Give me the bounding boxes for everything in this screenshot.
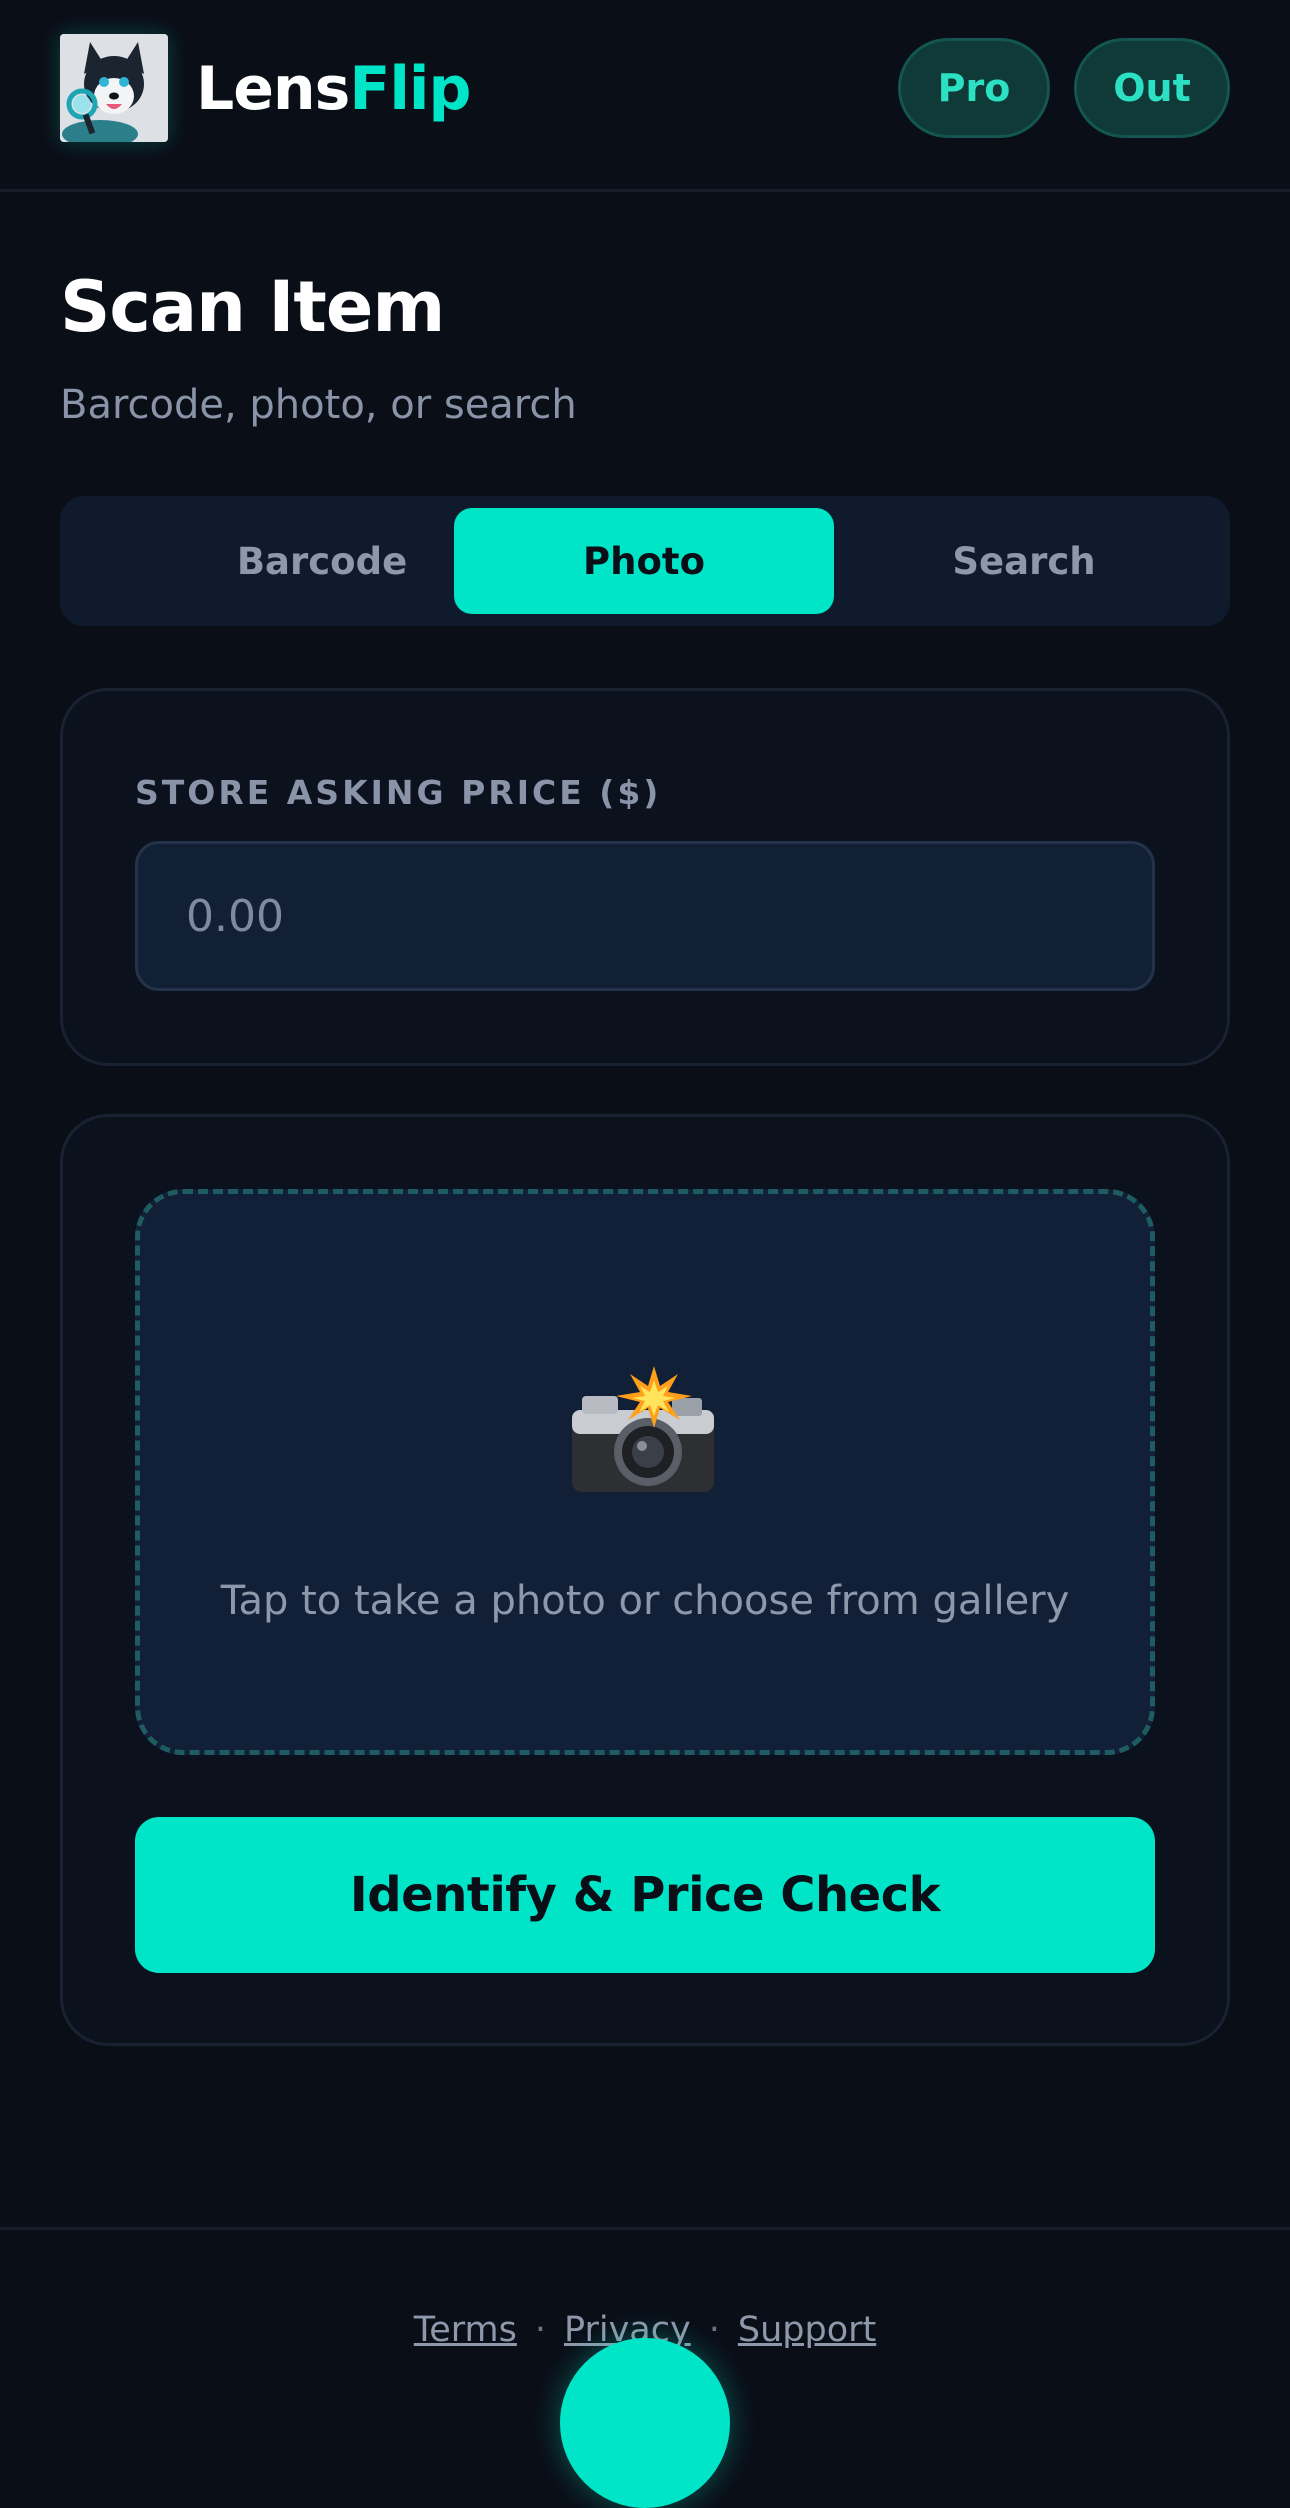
price-input[interactable] (135, 841, 1155, 991)
sign-out-button[interactable]: Out (1074, 38, 1230, 138)
identify-price-check-button[interactable]: Identify & Price Check (135, 1817, 1155, 1973)
husky-mascot-logo (60, 34, 168, 142)
pro-button[interactable]: Pro (898, 38, 1050, 138)
footer-divider (0, 2227, 1290, 2230)
husky-mascot-icon (60, 34, 168, 142)
page-subtitle: Barcode, photo, or search (60, 382, 577, 428)
brand-name-part-flip: Flip (349, 54, 471, 124)
footer-link-support[interactable]: Support (738, 2310, 876, 2350)
price-label: STORE ASKING PRICE ($) (135, 773, 662, 812)
photo-dropzone[interactable]: Tap to take a photo or choose from galle… (135, 1189, 1155, 1755)
photo-card: Tap to take a photo or choose from galle… (60, 1114, 1230, 2046)
dropzone-instruction: Tap to take a photo or choose from galle… (220, 1578, 1070, 1624)
page-title: Scan Item (60, 266, 445, 348)
scan-mode-tabs: Barcode Photo Search (60, 496, 1230, 626)
app-header: LensFlip Pro Out (0, 0, 1290, 192)
brand-name: LensFlip (196, 52, 471, 126)
tab-photo[interactable]: Photo (454, 508, 834, 614)
floating-action-button[interactable] (560, 2338, 730, 2508)
price-card: STORE ASKING PRICE ($) (60, 688, 1230, 1066)
footer-link-terms[interactable]: Terms (414, 2310, 517, 2350)
camera-flash-icon (572, 1366, 714, 1492)
brand-name-part-lens: Lens (196, 54, 350, 124)
footer-separator: · (708, 2310, 720, 2350)
footer-separator: · (534, 2310, 546, 2350)
tab-search[interactable]: Search (834, 508, 1214, 614)
